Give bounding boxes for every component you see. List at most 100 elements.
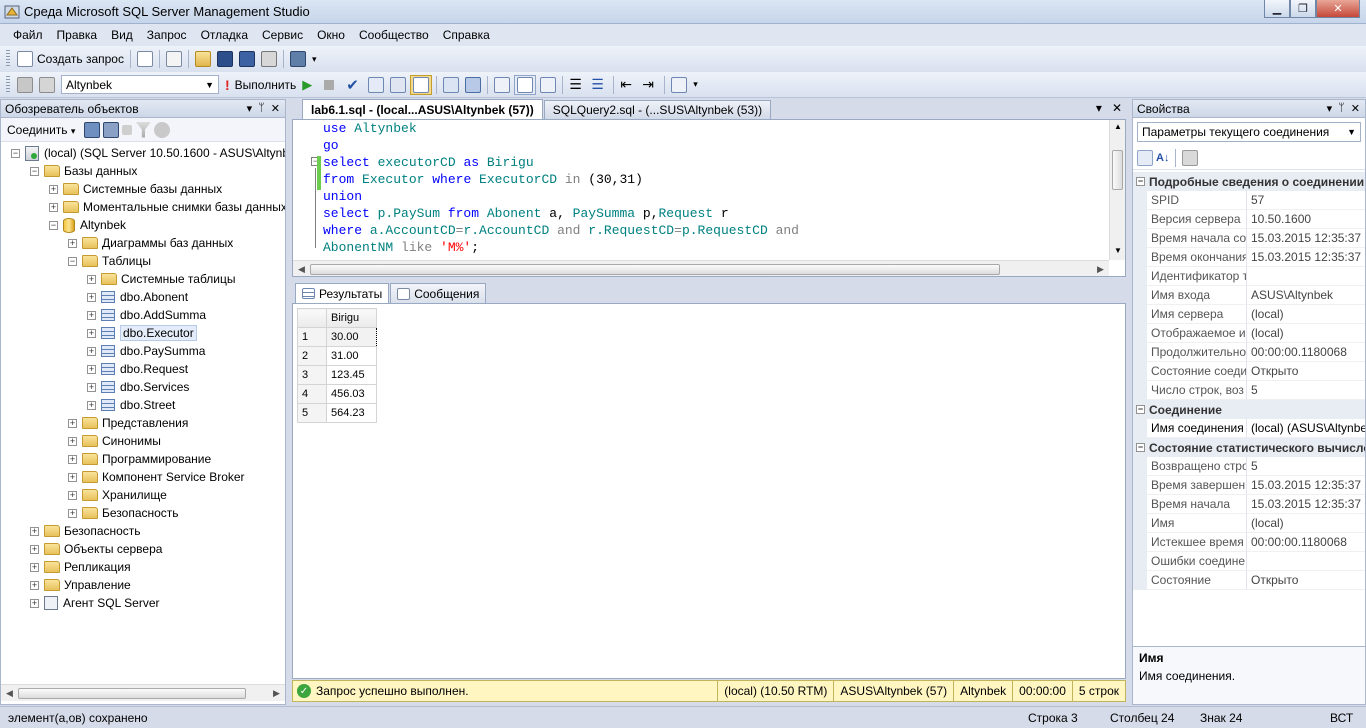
tree-node[interactable]: + dbo.PaySumma	[87, 342, 205, 360]
property-category[interactable]: − Соединение	[1133, 400, 1365, 419]
row-number[interactable]: 2	[297, 346, 327, 366]
expand-icon[interactable]: +	[30, 544, 39, 554]
change-connection-button[interactable]	[37, 75, 57, 95]
expand-icon[interactable]: +	[68, 436, 77, 446]
tree-node[interactable]: + dbo.AddSumma	[87, 306, 206, 324]
scroll-thumb[interactable]	[18, 687, 246, 699]
parse-button[interactable]: ✔	[344, 75, 364, 95]
property-row[interactable]: Имя соединения (local) (ASUS\Altynbek	[1133, 419, 1365, 438]
property-row[interactable]: Число строк, воз 5	[1133, 381, 1365, 400]
editor-hscroll[interactable]: ◀ ▶	[293, 260, 1109, 276]
tree-node[interactable]: + Компонент Service Broker	[68, 468, 245, 486]
property-value[interactable]: (local)	[1247, 514, 1365, 533]
tree-node[interactable]: + Объекты сервера	[30, 540, 162, 558]
property-value[interactable]: 15.03.2015 12:35:37	[1247, 476, 1365, 495]
comment-lines-button[interactable]: ☰	[567, 75, 587, 95]
cancel-query-button[interactable]	[322, 75, 342, 95]
property-value[interactable]: 15.03.2015 12:35:37	[1247, 248, 1365, 267]
tree-node[interactable]: + Управление	[30, 576, 131, 594]
code-line[interactable]: go	[323, 137, 339, 154]
code-line[interactable]: use Altynbek	[323, 120, 417, 137]
collapse-icon[interactable]: −	[1136, 177, 1145, 186]
grid-corner[interactable]	[297, 308, 327, 328]
property-value[interactable]: 10.50.1600	[1247, 210, 1365, 229]
client-statistics-button[interactable]	[463, 75, 483, 95]
menu-debug[interactable]: Отладка	[194, 24, 255, 46]
expand-icon[interactable]: +	[68, 238, 77, 248]
property-pages-icon[interactable]	[1182, 149, 1199, 166]
menu-window[interactable]: Окно	[310, 24, 352, 46]
table-row[interactable]: 4 456.03	[297, 384, 377, 404]
expand-icon[interactable]: +	[68, 508, 77, 518]
expand-icon[interactable]: +	[49, 184, 58, 194]
menu-edit[interactable]: Правка	[50, 24, 105, 46]
expand-icon[interactable]: +	[68, 454, 77, 464]
expand-icon[interactable]: +	[87, 292, 96, 302]
tree-node[interactable]: + dbo.Street	[87, 396, 175, 414]
tree-node[interactable]: − Altynbek	[49, 216, 126, 234]
property-value[interactable]: 15.03.2015 12:35:37	[1247, 495, 1365, 514]
tree-node[interactable]: − Таблицы	[68, 252, 151, 270]
expand-icon[interactable]: +	[87, 400, 96, 410]
tree-node[interactable]: + Синонимы	[68, 432, 161, 450]
property-row[interactable]: Отображаемое и (local)	[1133, 324, 1365, 343]
cell-birigu[interactable]: 30.00	[326, 327, 377, 347]
property-row[interactable]: Возвращено стро 5	[1133, 457, 1365, 476]
property-value[interactable]: ASUS\Altynbek	[1247, 286, 1365, 305]
categorized-icon[interactable]	[1137, 149, 1153, 166]
toolbar-overflow-button[interactable]: ▾	[310, 49, 330, 69]
menu-query[interactable]: Запрос	[140, 24, 194, 46]
tree-node[interactable]: + Программирование	[68, 450, 211, 468]
close-icon[interactable]: ✕	[271, 102, 280, 115]
tree-node[interactable]: − Базы данных	[30, 162, 137, 180]
tree-node[interactable]: + dbo.Abonent	[87, 288, 188, 306]
collapse-icon[interactable]: −	[1136, 443, 1145, 452]
property-value[interactable]: 57	[1247, 191, 1365, 210]
menu-community[interactable]: Сообщество	[352, 24, 436, 46]
property-value[interactable]: Открыто	[1247, 571, 1365, 590]
expand-icon[interactable]: +	[87, 364, 96, 374]
tree-node[interactable]: + Представления	[68, 414, 188, 432]
property-row[interactable]: Имя сервера (local)	[1133, 305, 1365, 324]
decrease-indent-button[interactable]: ⇤	[618, 75, 638, 95]
collapse-icon[interactable]: −	[49, 220, 58, 230]
menu-tools[interactable]: Сервис	[255, 24, 310, 46]
expand-icon[interactable]: +	[30, 598, 39, 608]
save-button[interactable]	[215, 49, 235, 69]
row-number[interactable]: 3	[297, 365, 327, 385]
sort-alphabetical-icon[interactable]: A↓	[1156, 152, 1169, 164]
scroll-thumb[interactable]	[310, 263, 1000, 275]
expand-icon[interactable]: +	[49, 202, 58, 212]
expand-icon[interactable]: +	[87, 382, 96, 392]
disconnect-icon[interactable]	[103, 121, 120, 138]
close-window-button[interactable]: ✕	[1316, 0, 1360, 18]
results-to-text-button[interactable]	[492, 75, 512, 95]
editor-vscroll[interactable]: ▲ ▼	[1109, 120, 1125, 260]
connect-object-icon[interactable]	[84, 121, 101, 138]
uncomment-lines-button[interactable]: ☰	[589, 75, 609, 95]
tree-node[interactable]: + Агент SQL Server	[30, 594, 160, 612]
property-row[interactable]: Версия сервера 10.50.1600	[1133, 210, 1365, 229]
expand-icon[interactable]: +	[30, 526, 39, 536]
increase-indent-button[interactable]: ⇥	[640, 75, 660, 95]
expand-icon[interactable]: +	[87, 346, 96, 356]
query-designer-button[interactable]	[388, 75, 408, 95]
property-value[interactable]: (local)	[1247, 324, 1365, 343]
pin-icon[interactable]: ᛘ	[258, 102, 265, 115]
refresh-icon[interactable]	[154, 121, 171, 138]
tab-lab6-1-sql[interactable]: lab6.1.sql - (local...ASUS\Altynbek (57)…	[302, 99, 543, 119]
scroll-thumb[interactable]	[1112, 150, 1123, 190]
new-file-button[interactable]	[135, 49, 155, 69]
collapse-icon[interactable]: −	[68, 256, 77, 266]
property-row[interactable]: Состояние соеди Открыто	[1133, 362, 1365, 381]
table-row[interactable]: 1 30.00	[297, 327, 377, 347]
property-value[interactable]: Открыто	[1247, 362, 1365, 381]
expand-icon[interactable]: +	[87, 274, 96, 284]
column-header-birigu[interactable]: Birigu	[326, 308, 377, 328]
scroll-right-icon[interactable]: ▶	[1092, 264, 1109, 275]
property-row[interactable]: Время начала со 15.03.2015 12:35:37	[1133, 229, 1365, 248]
property-row[interactable]: SPID 57	[1133, 191, 1365, 210]
code-line[interactable]: select p.PaySum from Abonent a, PaySumma…	[323, 205, 729, 222]
expand-icon[interactable]: +	[30, 580, 39, 590]
menu-view[interactable]: Вид	[104, 24, 140, 46]
